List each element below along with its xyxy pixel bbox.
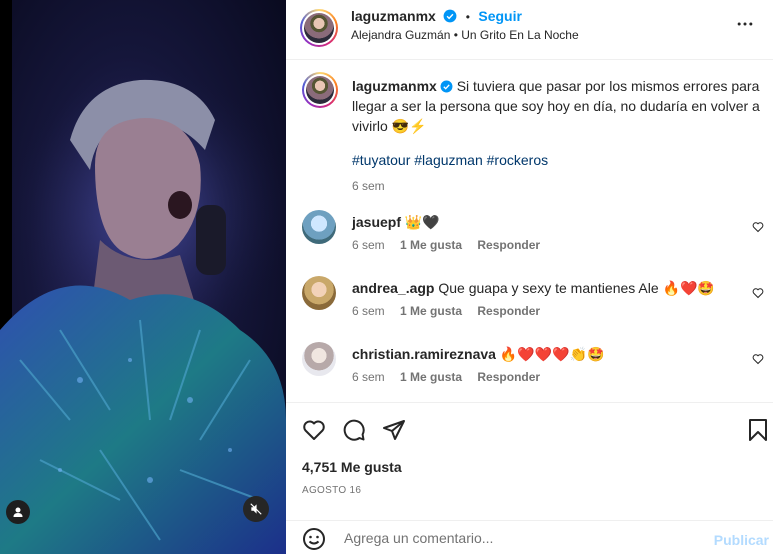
mute-button[interactable] <box>243 496 269 522</box>
publish-button[interactable]: Publicar <box>714 532 769 548</box>
comment-text: 🔥❤️❤️❤️👏🤩 <box>499 346 605 362</box>
user-tag-icon <box>13 507 23 517</box>
audio-line[interactable]: Alejandra Guzmán • Un Grito En La Noche <box>351 28 579 42</box>
share-icon <box>383 420 405 440</box>
comment-body: christian.ramireznava 🔥❤️❤️❤️👏🤩 <box>352 346 604 363</box>
comment-text: Que guapa y sexy te mantienes Ale 🔥❤️🤩 <box>438 280 715 296</box>
comment-composer: Publicar <box>286 520 773 555</box>
comment-item: jasuepf 👑🖤 6 sem 1 Me gusta Responder <box>302 206 764 262</box>
reply-button[interactable]: Responder <box>477 238 540 252</box>
comment-time[interactable]: 6 sem <box>352 304 385 318</box>
post-header: laguzmanmx • Seguir Alejandra Guzmán • U… <box>286 0 773 60</box>
more-options-button[interactable] <box>735 14 755 39</box>
comment-meta: 6 sem 1 Me gusta Responder <box>352 370 540 384</box>
comment-username[interactable]: andrea_.agp <box>352 280 434 296</box>
reply-button[interactable]: Responder <box>477 304 540 318</box>
caption-avatar[interactable] <box>302 72 338 108</box>
separator-dot: • <box>465 10 470 24</box>
commenter-avatar[interactable] <box>302 210 336 244</box>
post-panel: laguzmanmx • Seguir Alejandra Guzmán • U… <box>286 0 773 554</box>
comment-like-button[interactable] <box>752 220 764 238</box>
comment-item: andrea_.agp Que guapa y sexy te mantiene… <box>302 272 764 328</box>
like-count[interactable]: 4,751 Me gusta <box>302 459 402 475</box>
author-username[interactable]: laguzmanmx <box>351 8 436 24</box>
post-actions: 4,751 Me gusta AGOSTO 16 <box>286 402 773 523</box>
caption-time[interactable]: 6 sem <box>352 176 762 196</box>
comment-body: jasuepf 👑🖤 <box>352 214 440 231</box>
commenter-avatar[interactable] <box>302 276 336 310</box>
emoji-icon <box>303 528 325 550</box>
comment-item: christian.ramireznava 🔥❤️❤️❤️👏🤩 6 sem 1 … <box>302 338 764 394</box>
bookmark-icon <box>749 419 767 441</box>
comment-username[interactable]: christian.ramireznava <box>352 346 496 362</box>
follow-button[interactable]: Seguir <box>478 8 522 24</box>
comment-meta: 6 sem 1 Me gusta Responder <box>352 304 540 318</box>
verified-badge-icon <box>440 80 453 93</box>
muted-speaker-icon <box>250 503 262 515</box>
comment-time[interactable]: 6 sem <box>352 238 385 252</box>
comment-like-button[interactable] <box>752 286 764 304</box>
comment-body: andrea_.agp Que guapa y sexy te mantiene… <box>352 280 715 297</box>
comment-text: 👑🖤 <box>404 214 440 230</box>
like-button[interactable] <box>302 418 326 447</box>
reply-button[interactable]: Responder <box>477 370 540 384</box>
comment-button[interactable] <box>342 418 366 447</box>
tag-button[interactable] <box>6 500 30 524</box>
comment-time[interactable]: 6 sem <box>352 370 385 384</box>
share-button[interactable] <box>382 418 406 447</box>
heart-icon <box>752 354 764 365</box>
comment-input[interactable] <box>342 529 686 547</box>
heart-icon <box>752 288 764 299</box>
verified-badge-icon <box>443 9 457 23</box>
comment-meta: 6 sem 1 Me gusta Responder <box>352 238 540 252</box>
caption-body: laguzmanmx Si tuviera que pasar por los … <box>352 76 762 196</box>
caption-username[interactable]: laguzmanmx <box>352 78 437 94</box>
performer-image <box>0 70 286 554</box>
heart-icon <box>303 420 325 440</box>
author-avatar[interactable] <box>300 9 338 47</box>
more-horizontal-icon <box>737 22 753 26</box>
save-button[interactable] <box>748 418 768 447</box>
post-media[interactable] <box>0 0 286 554</box>
heart-icon <box>752 222 764 233</box>
comment-likes[interactable]: 1 Me gusta <box>400 370 462 384</box>
emoji-button[interactable] <box>302 527 326 556</box>
comment-icon <box>343 419 365 441</box>
caption-hashtags[interactable]: #tuyatour #laguzman #rockeros <box>352 150 762 170</box>
comment-likes[interactable]: 1 Me gusta <box>400 304 462 318</box>
comment-username[interactable]: jasuepf <box>352 214 401 230</box>
comment-like-button[interactable] <box>752 352 764 370</box>
post-date[interactable]: AGOSTO 16 <box>302 485 361 496</box>
comment-likes[interactable]: 1 Me gusta <box>400 238 462 252</box>
commenter-avatar[interactable] <box>302 342 336 376</box>
